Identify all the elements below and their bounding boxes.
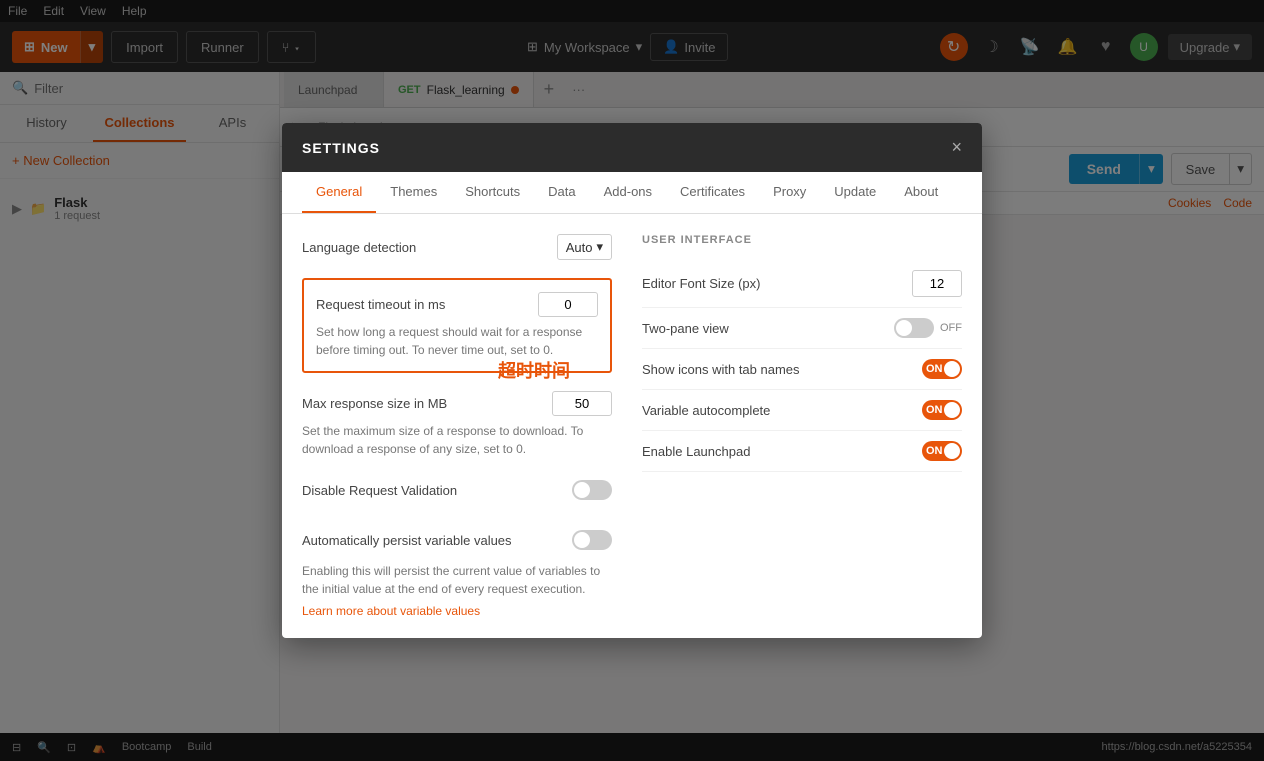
settings-right: USER INTERFACE Editor Font Size (px) Two… — [642, 234, 962, 618]
max-response-section: Max response size in MB Set the maximum … — [302, 391, 612, 458]
disable-validation-row: Disable Request Validation OFF — [302, 472, 612, 508]
variable-autocomplete-thumb — [944, 402, 960, 418]
two-pane-control: OFF — [894, 318, 962, 338]
editor-font-row: Editor Font Size (px) — [642, 260, 962, 308]
auto-persist-toggle[interactable]: OFF — [572, 530, 612, 550]
variable-autocomplete-label: Variable autocomplete — [642, 403, 770, 418]
two-pane-value: OFF — [940, 322, 962, 334]
auto-persist-desc: Enabling this will persist the current v… — [302, 562, 612, 598]
show-icons-toggle[interactable]: ON — [922, 359, 962, 379]
variable-autocomplete-control: ON — [922, 400, 962, 420]
ui-section-title: USER INTERFACE — [642, 234, 962, 246]
disable-validation-label: Disable Request Validation — [302, 483, 457, 498]
timeout-row: Request timeout in ms — [316, 292, 598, 317]
show-icons-thumb — [944, 361, 960, 377]
modal-tab-certificates[interactable]: Certificates — [666, 172, 759, 213]
show-icons-control: ON — [922, 359, 962, 379]
max-response-desc: Set the maximum size of a response to do… — [302, 422, 612, 458]
language-detection-label: Language detection — [302, 240, 416, 255]
editor-font-input[interactable] — [912, 270, 962, 297]
timeout-input[interactable] — [538, 292, 598, 317]
enable-launchpad-control: ON — [922, 441, 962, 461]
language-detection-row: Language detection Auto ▾ — [302, 234, 612, 260]
variable-autocomplete-row: Variable autocomplete ON — [642, 390, 962, 431]
modal-tab-data[interactable]: Data — [534, 172, 589, 213]
enable-launchpad-thumb — [944, 443, 960, 459]
modal-tabs: General Themes Shortcuts Data Add-ons Ce… — [282, 172, 982, 214]
auto-persist-row: Automatically persist variable values OF… — [302, 522, 612, 558]
modal-close-button[interactable]: × — [951, 137, 962, 158]
modal-tab-about[interactable]: About — [890, 172, 952, 213]
max-response-input[interactable] — [552, 391, 612, 416]
modal-tab-update[interactable]: Update — [820, 172, 890, 213]
timeout-label: Request timeout in ms — [316, 297, 445, 312]
modal-body: Language detection Auto ▾ Request timeou… — [282, 214, 982, 638]
language-detection-value: Auto — [566, 240, 593, 255]
timeout-annotation: 超时时间 — [498, 357, 570, 383]
enable-launchpad-label: Enable Launchpad — [642, 444, 750, 459]
modal-tab-addons[interactable]: Add-ons — [590, 172, 666, 213]
max-response-label: Max response size in MB — [302, 396, 447, 411]
editor-font-label: Editor Font Size (px) — [642, 276, 761, 291]
max-response-row: Max response size in MB — [302, 391, 612, 416]
variable-autocomplete-value: ON — [926, 404, 946, 416]
auto-persist-section: Automatically persist variable values OF… — [302, 522, 612, 618]
two-pane-label: Two-pane view — [642, 321, 729, 336]
timeout-description: Set how long a request should wait for a… — [316, 323, 598, 359]
settings-left: Language detection Auto ▾ Request timeou… — [302, 234, 612, 618]
settings-modal: SETTINGS × General Themes Shortcuts Data… — [282, 123, 982, 638]
enable-launchpad-row: Enable Launchpad ON — [642, 431, 962, 472]
show-icons-value: ON — [926, 363, 946, 375]
modal-tab-general[interactable]: General — [302, 172, 376, 213]
enable-launchpad-toggle[interactable]: ON — [922, 441, 962, 461]
two-pane-toggle[interactable] — [894, 318, 934, 338]
toggle-thumb-persist — [574, 532, 590, 548]
chevron-down-lang-icon: ▾ — [596, 239, 603, 255]
language-detection-select[interactable]: Auto ▾ — [557, 234, 612, 260]
editor-font-control — [912, 270, 962, 297]
modal-tab-proxy[interactable]: Proxy — [759, 172, 820, 213]
show-icons-label: Show icons with tab names — [642, 362, 800, 377]
modal-header: SETTINGS × — [282, 123, 982, 172]
show-icons-row: Show icons with tab names ON — [642, 349, 962, 390]
auto-persist-label: Automatically persist variable values — [302, 533, 512, 548]
disable-validation-toggle[interactable]: OFF — [572, 480, 612, 500]
learn-more-link[interactable]: Learn more about variable values — [302, 604, 480, 618]
toggle-thumb — [574, 482, 590, 498]
two-pane-thumb — [896, 320, 912, 336]
variable-autocomplete-toggle[interactable]: ON — [922, 400, 962, 420]
modal-tab-shortcuts[interactable]: Shortcuts — [451, 172, 534, 213]
timeout-box: Request timeout in ms Set how long a req… — [302, 278, 612, 373]
modal-title: SETTINGS — [302, 140, 380, 156]
modal-tab-themes[interactable]: Themes — [376, 172, 451, 213]
enable-launchpad-value: ON — [926, 445, 946, 457]
two-pane-row: Two-pane view OFF — [642, 308, 962, 349]
modal-overlay[interactable]: SETTINGS × General Themes Shortcuts Data… — [0, 0, 1264, 761]
